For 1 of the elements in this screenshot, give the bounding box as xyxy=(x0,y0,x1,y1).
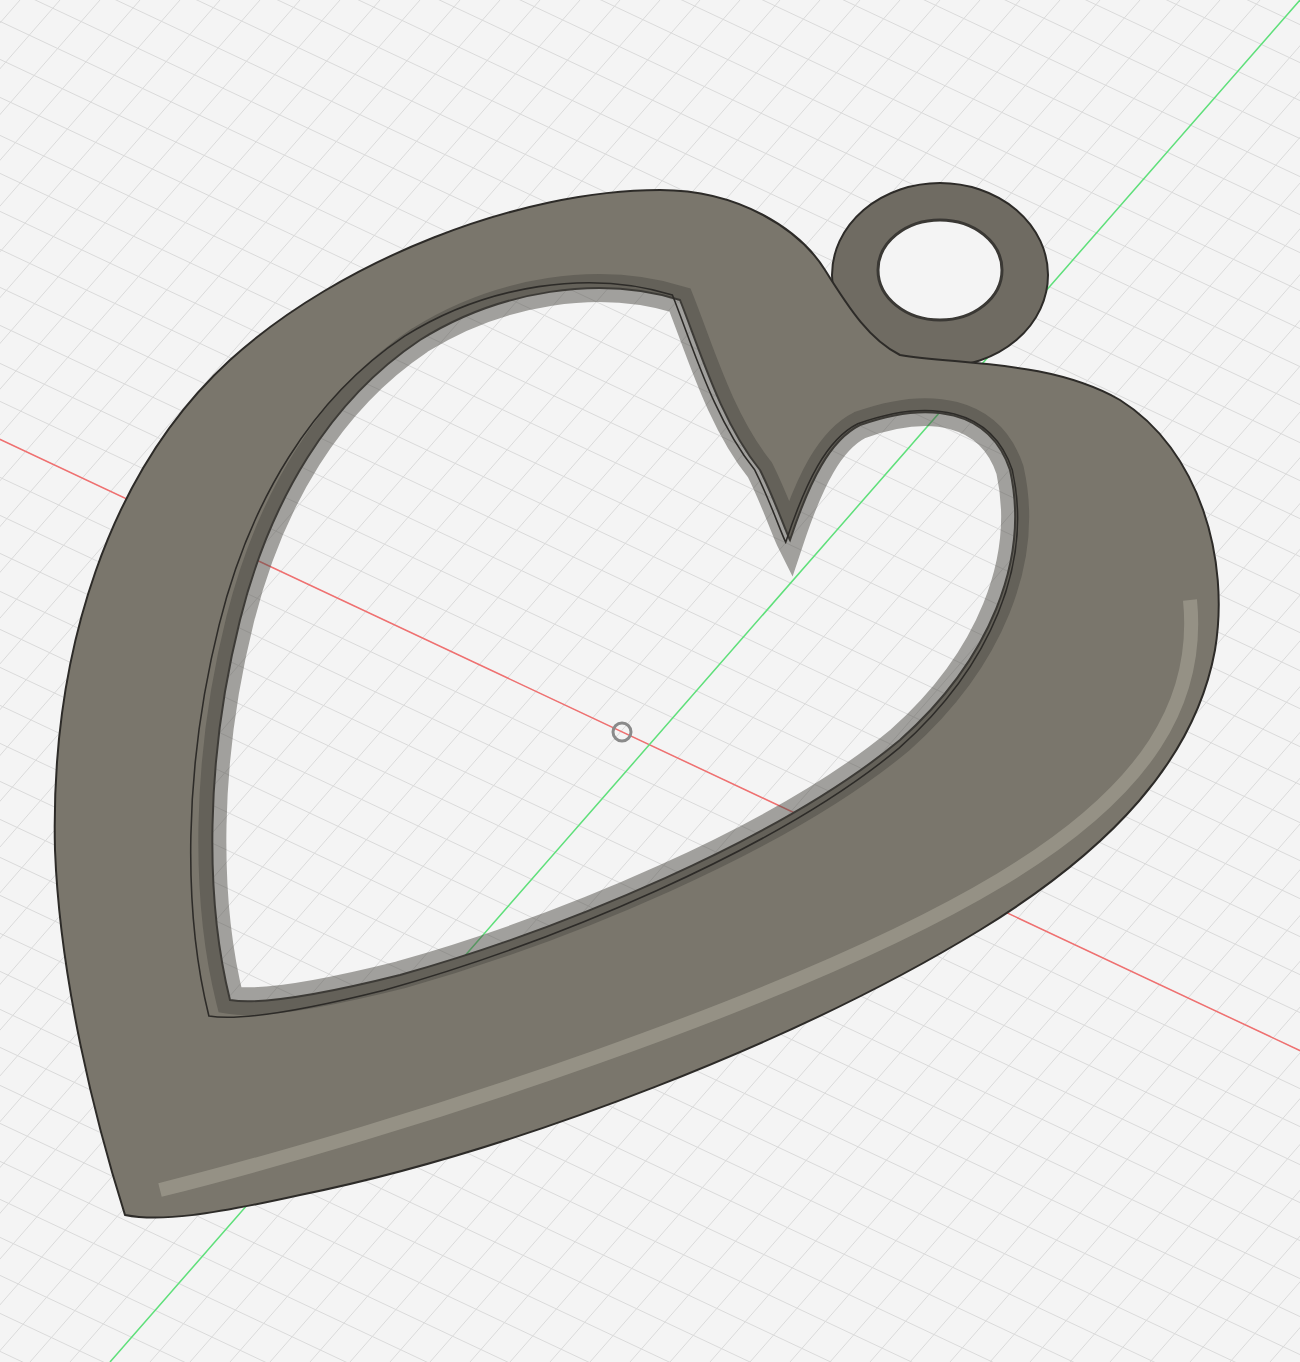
origin-icon xyxy=(611,721,633,743)
